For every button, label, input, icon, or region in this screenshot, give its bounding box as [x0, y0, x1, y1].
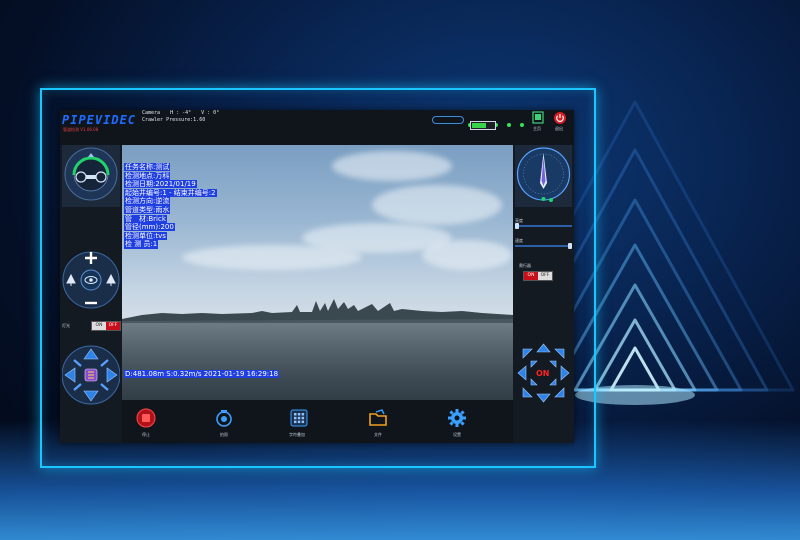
- cable-icon: [432, 116, 464, 124]
- folder-icon[interactable]: [368, 408, 388, 428]
- inspection-app-window: PIPEVIDEC 管道检测 V1.06.08 Camera H : -4° V :…: [60, 110, 574, 443]
- app-logo: PIPEVIDEC: [62, 113, 137, 127]
- app-version: 管道检测 V1.06.08: [63, 127, 99, 132]
- home-icon[interactable]: [531, 111, 545, 125]
- bottom-toolbar: 停止 拍照 字符叠加 文件 设置: [122, 400, 513, 443]
- overlay-line: 检测方向:逆流: [124, 197, 171, 206]
- overlay-line: 检测日期:2021/01/19: [124, 180, 197, 189]
- camera-v: V : 0°: [201, 110, 220, 116]
- camera-pan-dial[interactable]: [62, 145, 120, 207]
- overlay-line: 检测地点:万科: [124, 171, 171, 180]
- crawler-toggle[interactable]: ON OFF: [523, 271, 553, 281]
- settings-icon[interactable]: [447, 408, 467, 428]
- camera-direction-pad[interactable]: [62, 339, 120, 411]
- overlay-line: 管径(mm):200: [124, 223, 175, 232]
- inclinometer-gauge: [515, 145, 572, 207]
- water-surface: [122, 323, 513, 400]
- speed-label: 速度: [515, 238, 523, 243]
- overlay-line: 检 测 员:1: [124, 240, 159, 249]
- camera-label: 拍照: [220, 432, 228, 437]
- left-control-panel: 灯光 ON OFF: [60, 145, 122, 443]
- right-control-panel: 亮度 速度 爬行器 ON OFF ON: [513, 145, 574, 443]
- crawler-on-indicator[interactable]: ON: [536, 369, 550, 378]
- power-label: 退出: [555, 126, 563, 131]
- overlay-line: 任务名称:测试: [124, 163, 171, 172]
- settings-label: 设置: [453, 432, 461, 437]
- keypad-label: 字符叠加: [289, 432, 305, 437]
- overlay-line: 管 材:Brick: [124, 214, 167, 223]
- light-toggle-label: 灯光: [62, 323, 70, 328]
- light-toggle-on: ON: [92, 322, 106, 330]
- top-bar: PIPEVIDEC 管道检测 V1.06.08 Camera H : -4° V :…: [60, 110, 574, 145]
- stop-label: 停止: [142, 432, 150, 437]
- camera-icon[interactable]: [214, 408, 234, 428]
- overlay-line: 起始井编号:1 - 结束井编号:2: [124, 188, 217, 197]
- light-toggle-off: OFF: [106, 322, 120, 330]
- power-icon[interactable]: [553, 111, 567, 125]
- light-toggle[interactable]: ON OFF: [91, 321, 121, 331]
- folder-label: 文件: [374, 432, 382, 437]
- camera-video-feed: 任务名称:测试 检测地点:万科 检测日期:2021/01/19 起始井编号:1 …: [122, 145, 513, 400]
- camera-label: Camera: [142, 110, 161, 116]
- task-info-overlay: 任务名称:测试 检测地点:万科 检测日期:2021/01/19 起始井编号:1 …: [124, 163, 217, 249]
- crawler-pressure: Crawler Pressure:1.60: [142, 117, 206, 123]
- zoom-focus-pad[interactable]: [62, 237, 120, 323]
- battery-icon: [470, 121, 496, 130]
- crawler-toggle-off: OFF: [538, 272, 552, 280]
- overlay-line: 管道类型:雨水: [124, 205, 171, 215]
- speed-slider[interactable]: [515, 243, 572, 249]
- crawler-toggle-label: 爬行器: [519, 263, 531, 268]
- brightness-slider[interactable]: [515, 223, 572, 229]
- overlay-line: 检测单位:tvs: [124, 231, 167, 240]
- distance-speed-status: D:481.08m S:0.32m/s 2021-01-19 16:29:18: [124, 370, 280, 378]
- stop-icon[interactable]: [136, 408, 156, 428]
- camera-readout: Camera H : -4° V : 0° Crawler Pressure:1.6…: [142, 110, 229, 124]
- keypad-icon[interactable]: [289, 408, 309, 428]
- home-label: 主页: [533, 126, 541, 131]
- crawler-toggle-on: ON: [524, 272, 538, 280]
- camera-h: H : -4°: [170, 110, 192, 116]
- city-skyline: [122, 299, 513, 327]
